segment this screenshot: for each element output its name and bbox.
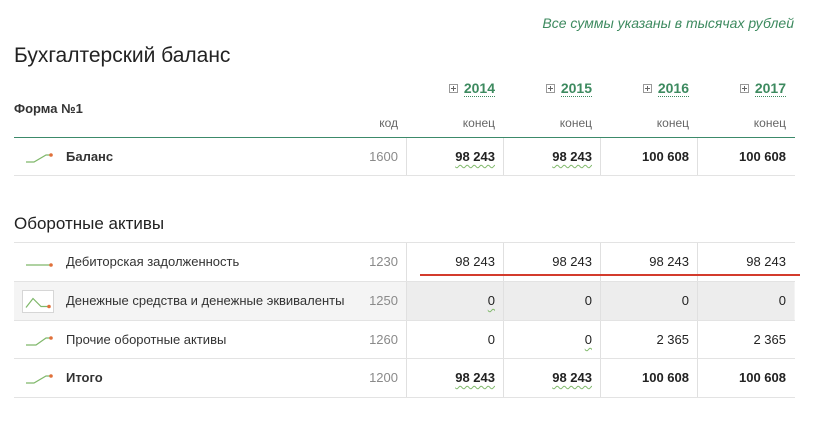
value-cell: 98 243 — [406, 138, 503, 176]
cell-value: 0 — [584, 293, 592, 308]
highlight-underline — [420, 274, 800, 276]
period-end-header: конец — [559, 116, 592, 130]
year-link[interactable]: 2016 — [657, 80, 689, 97]
cell-value: 2 365 — [753, 332, 786, 347]
row-code: 1260 — [369, 332, 398, 347]
value-cell: 0 — [503, 282, 600, 320]
expand-plus-icon[interactable] — [739, 84, 749, 93]
cell-value: 0 — [487, 332, 495, 347]
sum-units-note: Все суммы указаны в тысячах рублей — [542, 15, 794, 31]
cell-value: 98 243 — [746, 254, 786, 269]
section-title: Оборотные активы — [14, 214, 165, 233]
period-end-header: конец — [753, 116, 786, 130]
sparkline-icon[interactable] — [24, 330, 54, 350]
cell-value: 98 243 — [455, 254, 495, 269]
value-cell: 0 — [406, 321, 503, 359]
year-link[interactable]: 2015 — [560, 80, 592, 97]
value-cell: 0 — [406, 282, 503, 320]
sparkline-icon[interactable] — [24, 368, 54, 388]
year-header-2017[interactable]: 2017 — [711, 80, 786, 97]
cell-value: 98 243 — [455, 370, 495, 385]
cell-value: 2 365 — [656, 332, 689, 347]
row-divider — [14, 397, 795, 398]
cell-value: 98 243 — [552, 149, 592, 164]
cell-value: 0 — [681, 293, 689, 308]
row-code: 1230 — [369, 254, 398, 269]
year-link[interactable]: 2014 — [463, 80, 495, 97]
value-cell: 0 — [697, 282, 794, 320]
expand-plus-icon[interactable] — [642, 84, 652, 93]
year-header-2016[interactable]: 2016 — [614, 80, 689, 97]
year-header-2015[interactable]: 2015 — [517, 80, 592, 97]
value-cell: 0 — [600, 282, 697, 320]
row-label: Денежные средства и денежные эквиваленты — [66, 293, 345, 308]
value-cell: 98 243 — [503, 359, 600, 397]
table-row-total: Итого 1200 98 243 98 243 100 608 100 608 — [14, 359, 795, 397]
form-label: Форма №1 — [14, 101, 83, 116]
expand-plus-icon[interactable] — [448, 84, 458, 93]
expand-plus-icon[interactable] — [545, 84, 555, 93]
sparkline-icon[interactable] — [22, 290, 54, 313]
value-cell: 2 365 — [697, 321, 794, 359]
row-label: Баланс — [66, 149, 114, 164]
table-row-other-assets: Прочие оборотные активы 1260 0 0 2 365 2… — [14, 321, 795, 359]
period-end-header: конец — [462, 116, 495, 130]
row-label: Прочие оборотные активы — [66, 332, 227, 347]
sparkline-icon[interactable] — [24, 252, 54, 272]
table-row-cash: Денежные средства и денежные эквиваленты… — [14, 282, 795, 320]
value-cell: 98 243 — [503, 138, 600, 176]
value-cell: 100 608 — [697, 138, 794, 176]
cell-value: 100 608 — [739, 370, 786, 385]
value-cell: 100 608 — [600, 359, 697, 397]
page-title: Бухгалтерский баланс — [14, 44, 231, 68]
table-row-balance: Баланс 1600 98 243 98 243 100 608 100 60… — [14, 138, 795, 176]
value-cell: 100 608 — [600, 138, 697, 176]
cell-value: 98 243 — [552, 254, 592, 269]
period-end-header: конец — [656, 116, 689, 130]
cell-value: 100 608 — [642, 370, 689, 385]
cell-value: 98 243 — [455, 149, 495, 164]
cell-value: 98 243 — [552, 370, 592, 385]
row-label: Дебиторская задолженность — [66, 254, 240, 269]
cell-value: 0 — [487, 293, 495, 308]
code-column-header: код — [379, 116, 398, 130]
cell-value: 100 608 — [642, 149, 689, 164]
sparkline-icon[interactable] — [24, 147, 54, 167]
year-link[interactable]: 2017 — [754, 80, 786, 97]
cell-value: 0 — [584, 332, 592, 347]
value-cell: 98 243 — [406, 359, 503, 397]
cell-value: 100 608 — [739, 149, 786, 164]
row-divider — [14, 175, 795, 176]
row-code: 1250 — [369, 293, 398, 308]
year-header-2014[interactable]: 2014 — [420, 80, 495, 97]
cell-value: 0 — [778, 293, 786, 308]
row-code: 1200 — [369, 370, 398, 385]
row-label: Итого — [66, 370, 103, 385]
value-cell: 100 608 — [697, 359, 794, 397]
row-code: 1600 — [369, 149, 398, 164]
value-cell: 2 365 — [600, 321, 697, 359]
value-cell: 0 — [503, 321, 600, 359]
cell-value: 98 243 — [649, 254, 689, 269]
